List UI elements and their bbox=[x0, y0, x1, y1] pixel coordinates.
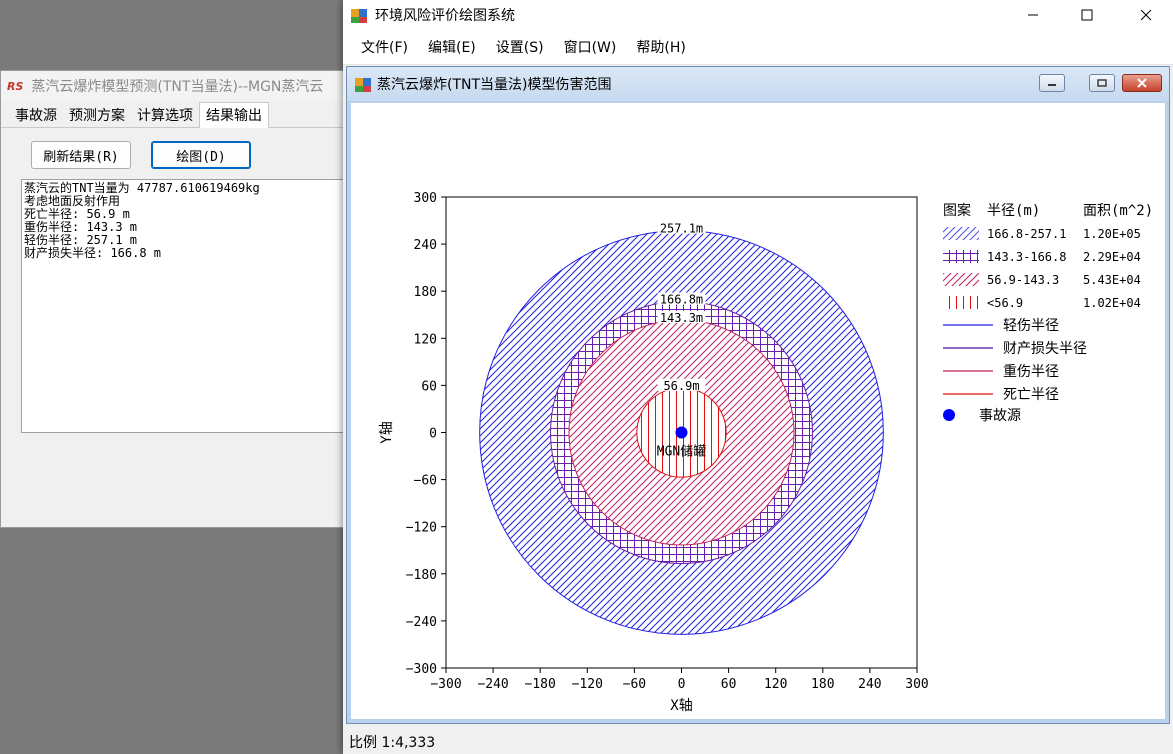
x-tick-label: 0 bbox=[678, 677, 686, 692]
y-tick-label: 0 bbox=[429, 427, 437, 442]
y-tick-label: −240 bbox=[406, 615, 437, 630]
child-close-button[interactable] bbox=[1122, 74, 1162, 92]
main-titlebar[interactable]: 环境风险评价绘图系统 bbox=[343, 0, 1173, 30]
legend-swatch bbox=[943, 296, 979, 309]
x-tick-label: 60 bbox=[721, 677, 737, 692]
tab-output[interactable]: 结果输出 bbox=[199, 102, 269, 128]
status-bar: 比例 1:4,333 bbox=[343, 730, 1173, 754]
legend-swatch bbox=[943, 250, 979, 263]
minimize-button[interactable] bbox=[1010, 0, 1056, 30]
x-tick-label: 180 bbox=[811, 677, 834, 692]
x-tick-label: −180 bbox=[525, 677, 556, 692]
y-tick-label: −180 bbox=[406, 568, 437, 583]
model-window-title: 蒸汽云爆炸模型预测(TNT当量法)--MGN蒸汽云 bbox=[31, 79, 324, 95]
source-label: MGN储罐 bbox=[657, 445, 706, 460]
legend-header: 半径(m) bbox=[987, 203, 1040, 219]
x-tick-label: 120 bbox=[764, 677, 787, 692]
close-icon bbox=[1137, 78, 1147, 88]
legend-range: 166.8-257.1 bbox=[987, 227, 1066, 241]
x-axis-label: X轴 bbox=[670, 698, 692, 714]
legend-area: 5.43E+04 bbox=[1083, 273, 1141, 287]
x-tick-label: −60 bbox=[623, 677, 646, 692]
restore-icon bbox=[1097, 79, 1107, 87]
y-axis-label: Y轴 bbox=[379, 421, 395, 443]
y-tick-label: −300 bbox=[406, 662, 437, 677]
main-window: 环境风险评价绘图系统 文件(F) 编辑(E) 设置(S) 窗口(W) 帮助(H)… bbox=[343, 0, 1173, 754]
damage-range-chart: 257.1m 166.8m 143.3m 56.9m MGN储罐 −300 −240 −18… bbox=[379, 191, 1153, 714]
child-titlebar[interactable]: 蒸汽云爆炸(TNT当量法)模型伤害范围 bbox=[347, 67, 1169, 101]
results-output[interactable]: 蒸汽云的TNT当量为 47787.610619469kg 考虑地面反射作用 死亡半径… bbox=[21, 179, 351, 433]
circle-radius-label: 257.1m bbox=[660, 222, 703, 236]
x-tick-label: −300 bbox=[430, 677, 461, 692]
legend-area: 1.20E+05 bbox=[1083, 227, 1141, 241]
menu-file[interactable]: 文件(F) bbox=[351, 37, 418, 57]
y-tick-label: 180 bbox=[414, 285, 437, 300]
plot-canvas: 257.1m 166.8m 143.3m 56.9m MGN储罐 −300 −240 −18… bbox=[351, 103, 1165, 719]
maximize-icon bbox=[1081, 9, 1093, 21]
minimize-icon bbox=[1048, 84, 1056, 86]
legend-range: 143.3-166.8 bbox=[987, 250, 1066, 264]
y-tick-label: 60 bbox=[421, 379, 437, 394]
child-minimize-button[interactable] bbox=[1039, 74, 1065, 92]
close-icon bbox=[1140, 9, 1152, 21]
main-window-title: 环境风险评价绘图系统 bbox=[375, 8, 515, 24]
legend-area: 1.02E+04 bbox=[1083, 296, 1141, 310]
menu-settings[interactable]: 设置(S) bbox=[486, 37, 554, 57]
minimize-icon bbox=[1028, 14, 1038, 16]
legend-header: 图案 bbox=[943, 202, 971, 219]
circle-radius-label: 166.8m bbox=[660, 293, 703, 307]
legend-line-label: 轻伤半径 bbox=[1003, 318, 1059, 334]
legend: 图案 半径(m) 面积(m^2) 166.8-257.1 1.20E+05 143.3-1… bbox=[943, 202, 1153, 424]
plot-area: 257.1m 166.8m 143.3m 56.9m MGN储罐 bbox=[479, 221, 884, 635]
menu-bar: 文件(F) 编辑(E) 设置(S) 窗口(W) 帮助(H) bbox=[343, 30, 1173, 65]
child-window-icon bbox=[355, 78, 371, 92]
x-tick-label: −240 bbox=[477, 677, 508, 692]
y-tick-label: 240 bbox=[414, 238, 437, 253]
scale-status: 比例 1:4,333 bbox=[349, 735, 436, 751]
tab-source[interactable]: 事故源 bbox=[9, 103, 63, 127]
model-window-titlebar[interactable]: RS 蒸汽云爆炸模型预测(TNT当量法)--MGN蒸汽云 bbox=[1, 71, 349, 101]
circle-radius-label: 56.9m bbox=[663, 379, 699, 393]
legend-swatch bbox=[943, 227, 979, 240]
tab-strip: 事故源 预测方案 计算选项 结果输出 bbox=[1, 101, 349, 128]
maximize-button[interactable] bbox=[1064, 0, 1110, 30]
tab-options[interactable]: 计算选项 bbox=[131, 103, 199, 127]
legend-line-label: 重伤半径 bbox=[1003, 364, 1059, 380]
model-window: RS 蒸汽云爆炸模型预测(TNT当量法)--MGN蒸汽云 事故源 预测方案 计算… bbox=[0, 70, 351, 528]
y-tick-label: −60 bbox=[414, 474, 437, 489]
legend-range: <56.9 bbox=[987, 296, 1023, 310]
close-button[interactable] bbox=[1123, 0, 1169, 30]
tab-scheme[interactable]: 预测方案 bbox=[63, 103, 131, 127]
legend-header: 面积(m^2) bbox=[1083, 203, 1153, 219]
output-line: 财产损失半径: 166.8 m bbox=[24, 246, 162, 260]
y-tick-label: 120 bbox=[414, 332, 437, 347]
app-logo-icon: RS bbox=[7, 79, 24, 93]
legend-range: 56.9-143.3 bbox=[987, 273, 1059, 287]
legend-swatch bbox=[943, 273, 979, 286]
circle-radius-label: 143.3m bbox=[660, 311, 703, 325]
legend-area: 2.29E+04 bbox=[1083, 250, 1141, 264]
plot-button[interactable]: 绘图(D) bbox=[151, 141, 251, 169]
menu-edit[interactable]: 编辑(E) bbox=[418, 37, 486, 57]
y-tick-label: −120 bbox=[406, 521, 437, 536]
accident-source-point bbox=[675, 426, 688, 439]
y-tick-label: 300 bbox=[414, 191, 437, 206]
plot-child-window: 蒸汽云爆炸(TNT当量法)模型伤害范围 257.1m 166.8m 143.3m 56… bbox=[346, 66, 1170, 724]
child-restore-button[interactable] bbox=[1089, 74, 1115, 92]
x-tick-label: −120 bbox=[572, 677, 603, 692]
menu-help[interactable]: 帮助(H) bbox=[626, 37, 695, 57]
menu-window[interactable]: 窗口(W) bbox=[554, 37, 627, 57]
app-window-icon bbox=[351, 9, 367, 23]
x-tick-label: 300 bbox=[905, 677, 928, 692]
refresh-results-button[interactable]: 刷新结果(R) bbox=[31, 141, 131, 169]
legend-point bbox=[943, 409, 955, 421]
legend-point-label: 事故源 bbox=[979, 408, 1021, 424]
legend-line-label: 死亡半径 bbox=[1003, 387, 1059, 403]
child-window-title: 蒸汽云爆炸(TNT当量法)模型伤害范围 bbox=[377, 77, 612, 93]
legend-line-label: 财产损失半径 bbox=[1003, 341, 1087, 357]
x-tick-label: 240 bbox=[858, 677, 881, 692]
